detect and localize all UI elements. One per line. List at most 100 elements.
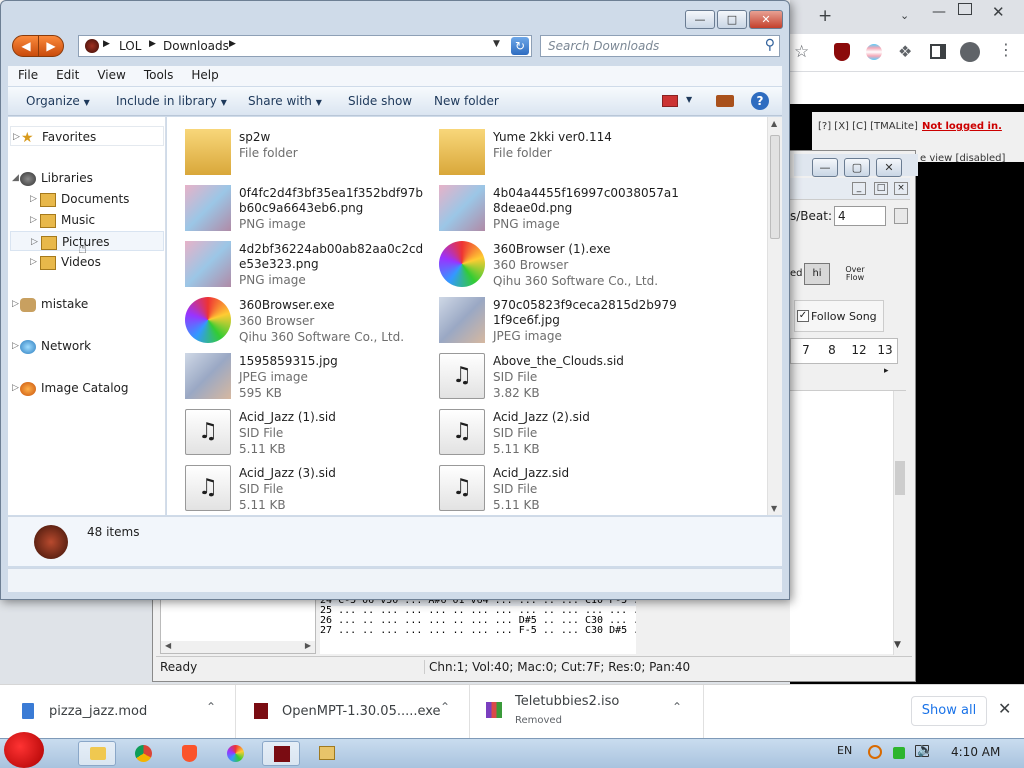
address-bar[interactable]: ▶ LOL ▶ Downloads ▶ ▼ ↻ [78, 35, 532, 57]
search-icon[interactable]: ⚲ [765, 37, 775, 53]
file-item[interactable]: 4d2bf36224ab00ab82aa0c2cde53e323.png PNG … [167, 235, 423, 291]
profile-avatar-icon[interactable] [960, 42, 980, 62]
rows-per-beat-input[interactable]: 4 [834, 206, 886, 226]
taskbar-chrome-icon[interactable] [124, 741, 162, 766]
scroll-thumb[interactable] [895, 461, 905, 495]
include-in-library-button[interactable]: Include in library ▼ [116, 94, 227, 108]
grid-icon[interactable] [894, 208, 908, 224]
download-item[interactable]: pizza_jazz.mod ⌃ [0, 685, 236, 739]
menu-file[interactable]: File [8, 66, 46, 82]
scroll-left-icon[interactable]: ◀ [165, 641, 171, 650]
child-minimize-button[interactable]: _ [852, 182, 866, 195]
organize-button[interactable]: Organize ▼ [26, 94, 90, 108]
tab-search-icon[interactable]: ⌄ [900, 9, 909, 22]
explorer-minimize-button[interactable]: — [685, 10, 715, 29]
chevron-up-icon[interactable]: ⌃ [440, 700, 450, 714]
breadcrumb-chevron-icon[interactable]: ▶ [229, 39, 236, 49]
forward-button[interactable]: ▶ [38, 35, 64, 57]
nav-network[interactable]: ▷ Network [12, 336, 91, 356]
child-close-button[interactable]: × [894, 182, 908, 195]
nav-favorites[interactable]: ▷ ★ Favorites [10, 126, 164, 146]
mpt-vertical-scrollbar[interactable] [893, 391, 906, 655]
expand-arrow-icon[interactable]: ▷ [30, 210, 37, 230]
bookmark-star-icon[interactable]: ☆ [794, 42, 809, 62]
breadcrumb-lol[interactable]: LOL [119, 39, 141, 53]
taskbar-explorer-icon[interactable] [78, 741, 116, 766]
menu-view[interactable]: View [87, 66, 133, 82]
expand-arrow-icon[interactable]: ▷ [30, 252, 37, 272]
side-panel-icon[interactable] [930, 44, 946, 59]
back-button[interactable]: ◀ [12, 35, 40, 57]
taskbar-brave-icon[interactable] [170, 741, 208, 766]
pattern-editor[interactable]: 24 C-5 06 v50 ... A#6 01 v64 ... ... .. … [320, 596, 636, 654]
minimize-icon[interactable]: — [932, 4, 946, 20]
nav-libraries[interactable]: ◢ Libraries [12, 168, 93, 188]
address-dropdown-icon[interactable]: ▼ [493, 39, 500, 49]
help-icon[interactable]: ? [751, 92, 769, 110]
restore-icon[interactable] [958, 3, 972, 15]
taskbar-360browser-icon[interactable] [216, 741, 254, 766]
order-cell[interactable]: 13 [873, 343, 897, 357]
file-item[interactable]: ♫ Acid_Jazz (3).sid SID File 5.11 KB [167, 459, 417, 515]
refresh-icon[interactable]: ↻ [511, 37, 529, 55]
preview-pane-icon[interactable] [716, 95, 734, 107]
search-input[interactable]: Search Downloads ⚲ [540, 35, 780, 57]
mpt-tree-view[interactable]: ◀ ▶ [160, 596, 316, 654]
child-restore-button[interactable]: □ [874, 182, 888, 195]
nav-mistake[interactable]: ▷ mistake [12, 294, 88, 314]
order-cell[interactable]: 12 [847, 343, 871, 357]
tree-hscrollbar[interactable]: ◀ ▶ [161, 641, 315, 653]
explorer-maximize-button[interactable]: □ [717, 10, 747, 29]
expand-arrow-icon[interactable]: ▷ [12, 378, 19, 398]
hi-button[interactable]: hi [804, 263, 830, 285]
order-cell[interactable]: 7 [795, 343, 817, 357]
show-all-button[interactable]: Show all [911, 696, 987, 726]
file-item[interactable]: 4b04a4455f16997c0038057a18deae0d.png PNG … [421, 179, 679, 235]
nav-image-catalog[interactable]: ▷ Image Catalog [12, 378, 128, 398]
ublock-icon[interactable] [834, 43, 850, 61]
collapse-arrow-icon[interactable]: ◢ [12, 168, 19, 188]
change-view-icon[interactable] [662, 95, 678, 107]
order-list[interactable]: 7 8 12 13 [790, 338, 898, 364]
file-item[interactable]: 0f4fc2d4f3bf35ea1f352bdf97bb60c9a6643eb6… [167, 179, 423, 235]
nav-music[interactable]: ▷ Music [30, 210, 95, 230]
expand-arrow-icon[interactable]: ▷ [13, 127, 20, 147]
menu-edit[interactable]: Edit [46, 66, 87, 82]
pattern-row[interactable]: 27 ... .. ... ... ... .. ... ... F-5 .. … [320, 626, 636, 636]
file-item[interactable]: Yume 2kki ver0.114 File folder [421, 123, 671, 179]
file-item[interactable]: sp2w File folder [167, 123, 417, 179]
new-tab-icon[interactable]: + [818, 6, 832, 26]
file-item[interactable]: ♫ Acid_Jazz (1).sid SID File 5.11 KB [167, 403, 417, 459]
tray-search-icon[interactable] [868, 745, 882, 759]
view-dropdown-icon[interactable]: ▼ [686, 95, 692, 104]
chevron-up-icon[interactable]: ⌃ [206, 700, 216, 714]
expand-arrow-icon[interactable]: ▷ [12, 336, 19, 356]
mpt-maximize-button[interactable]: ▢ [844, 158, 870, 177]
file-item[interactable]: ♫ Above_the_Clouds.sid SID File 3.82 KB [421, 347, 671, 403]
file-list-scrollbar[interactable]: ▲ ▼ [767, 117, 782, 515]
new-folder-button[interactable]: New folder [434, 94, 499, 108]
pattern-scroll-down-icon[interactable]: ▼ [894, 640, 901, 650]
tray-app-icon[interactable] [893, 747, 905, 759]
order-cell[interactable]: 8 [821, 343, 843, 357]
scroll-thumb[interactable] [770, 135, 780, 239]
download-item[interactable]: Teletubbies2.iso Removed ⌃ [470, 685, 704, 739]
nav-videos[interactable]: ▷ Videos [30, 252, 101, 272]
scroll-right-icon[interactable]: ▶ [305, 641, 311, 650]
extension-flag-icon[interactable] [866, 44, 882, 60]
expand-arrow-icon[interactable]: ▷ [30, 189, 37, 209]
share-with-button[interactable]: Share with ▼ [248, 94, 322, 108]
menu-help[interactable]: Help [181, 66, 226, 82]
close-icon[interactable]: ✕ [992, 3, 1005, 21]
scroll-down-icon[interactable]: ▼ [771, 504, 777, 513]
file-item[interactable]: 970c05823f9ceca2815d2b9791f9ce6f.jpg JPEG… [421, 291, 677, 347]
mpt-close-button[interactable]: ✕ [876, 158, 902, 177]
scroll-up-icon[interactable]: ▲ [771, 119, 777, 128]
explorer-close-button[interactable]: ✕ [749, 10, 783, 29]
file-item[interactable]: 360Browser.exe 360 Browser Qihu 360 Softwa… [167, 291, 417, 347]
file-item[interactable]: ♫ Acid_Jazz (2).sid SID File 5.11 KB [421, 403, 671, 459]
follow-song-checkbox[interactable]: ✓ [797, 310, 809, 322]
chrome-menu-icon[interactable]: ⋮ [998, 40, 1014, 59]
taskbar-media-player-icon[interactable] [308, 741, 346, 766]
start-button-bird-icon[interactable] [4, 732, 44, 768]
